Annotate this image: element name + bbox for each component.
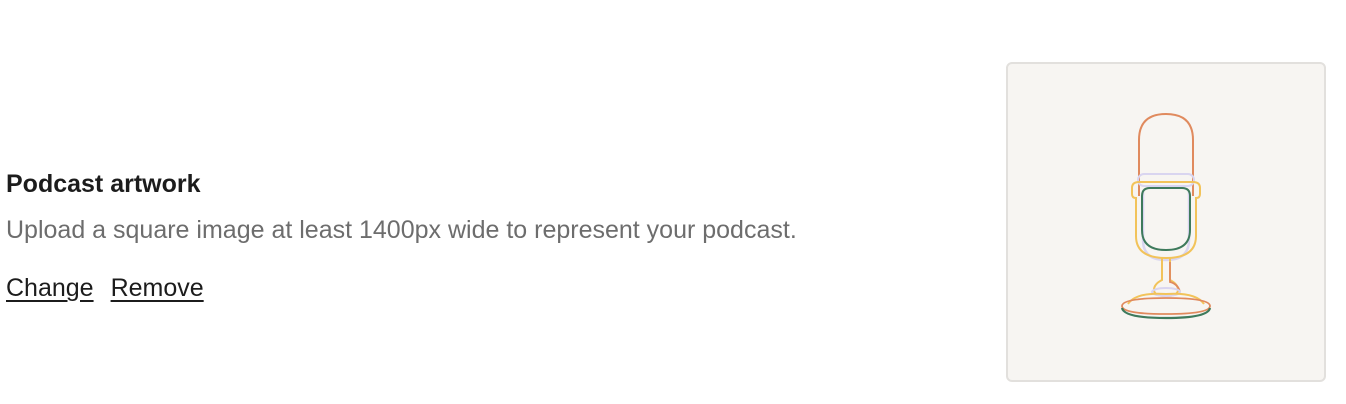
remove-artwork-link[interactable]: Remove — [111, 272, 204, 304]
change-artwork-link[interactable]: Change — [6, 272, 94, 304]
podcast-artwork-settings: Podcast artwork Upload a square image at… — [6, 168, 966, 304]
section-description: Upload a square image at least 1400px wi… — [6, 216, 797, 244]
microphone-icon — [1120, 112, 1212, 320]
artwork-preview[interactable] — [1006, 62, 1326, 382]
artwork-actions: Change Remove — [6, 272, 966, 304]
section-title: Podcast artwork — [6, 170, 201, 198]
